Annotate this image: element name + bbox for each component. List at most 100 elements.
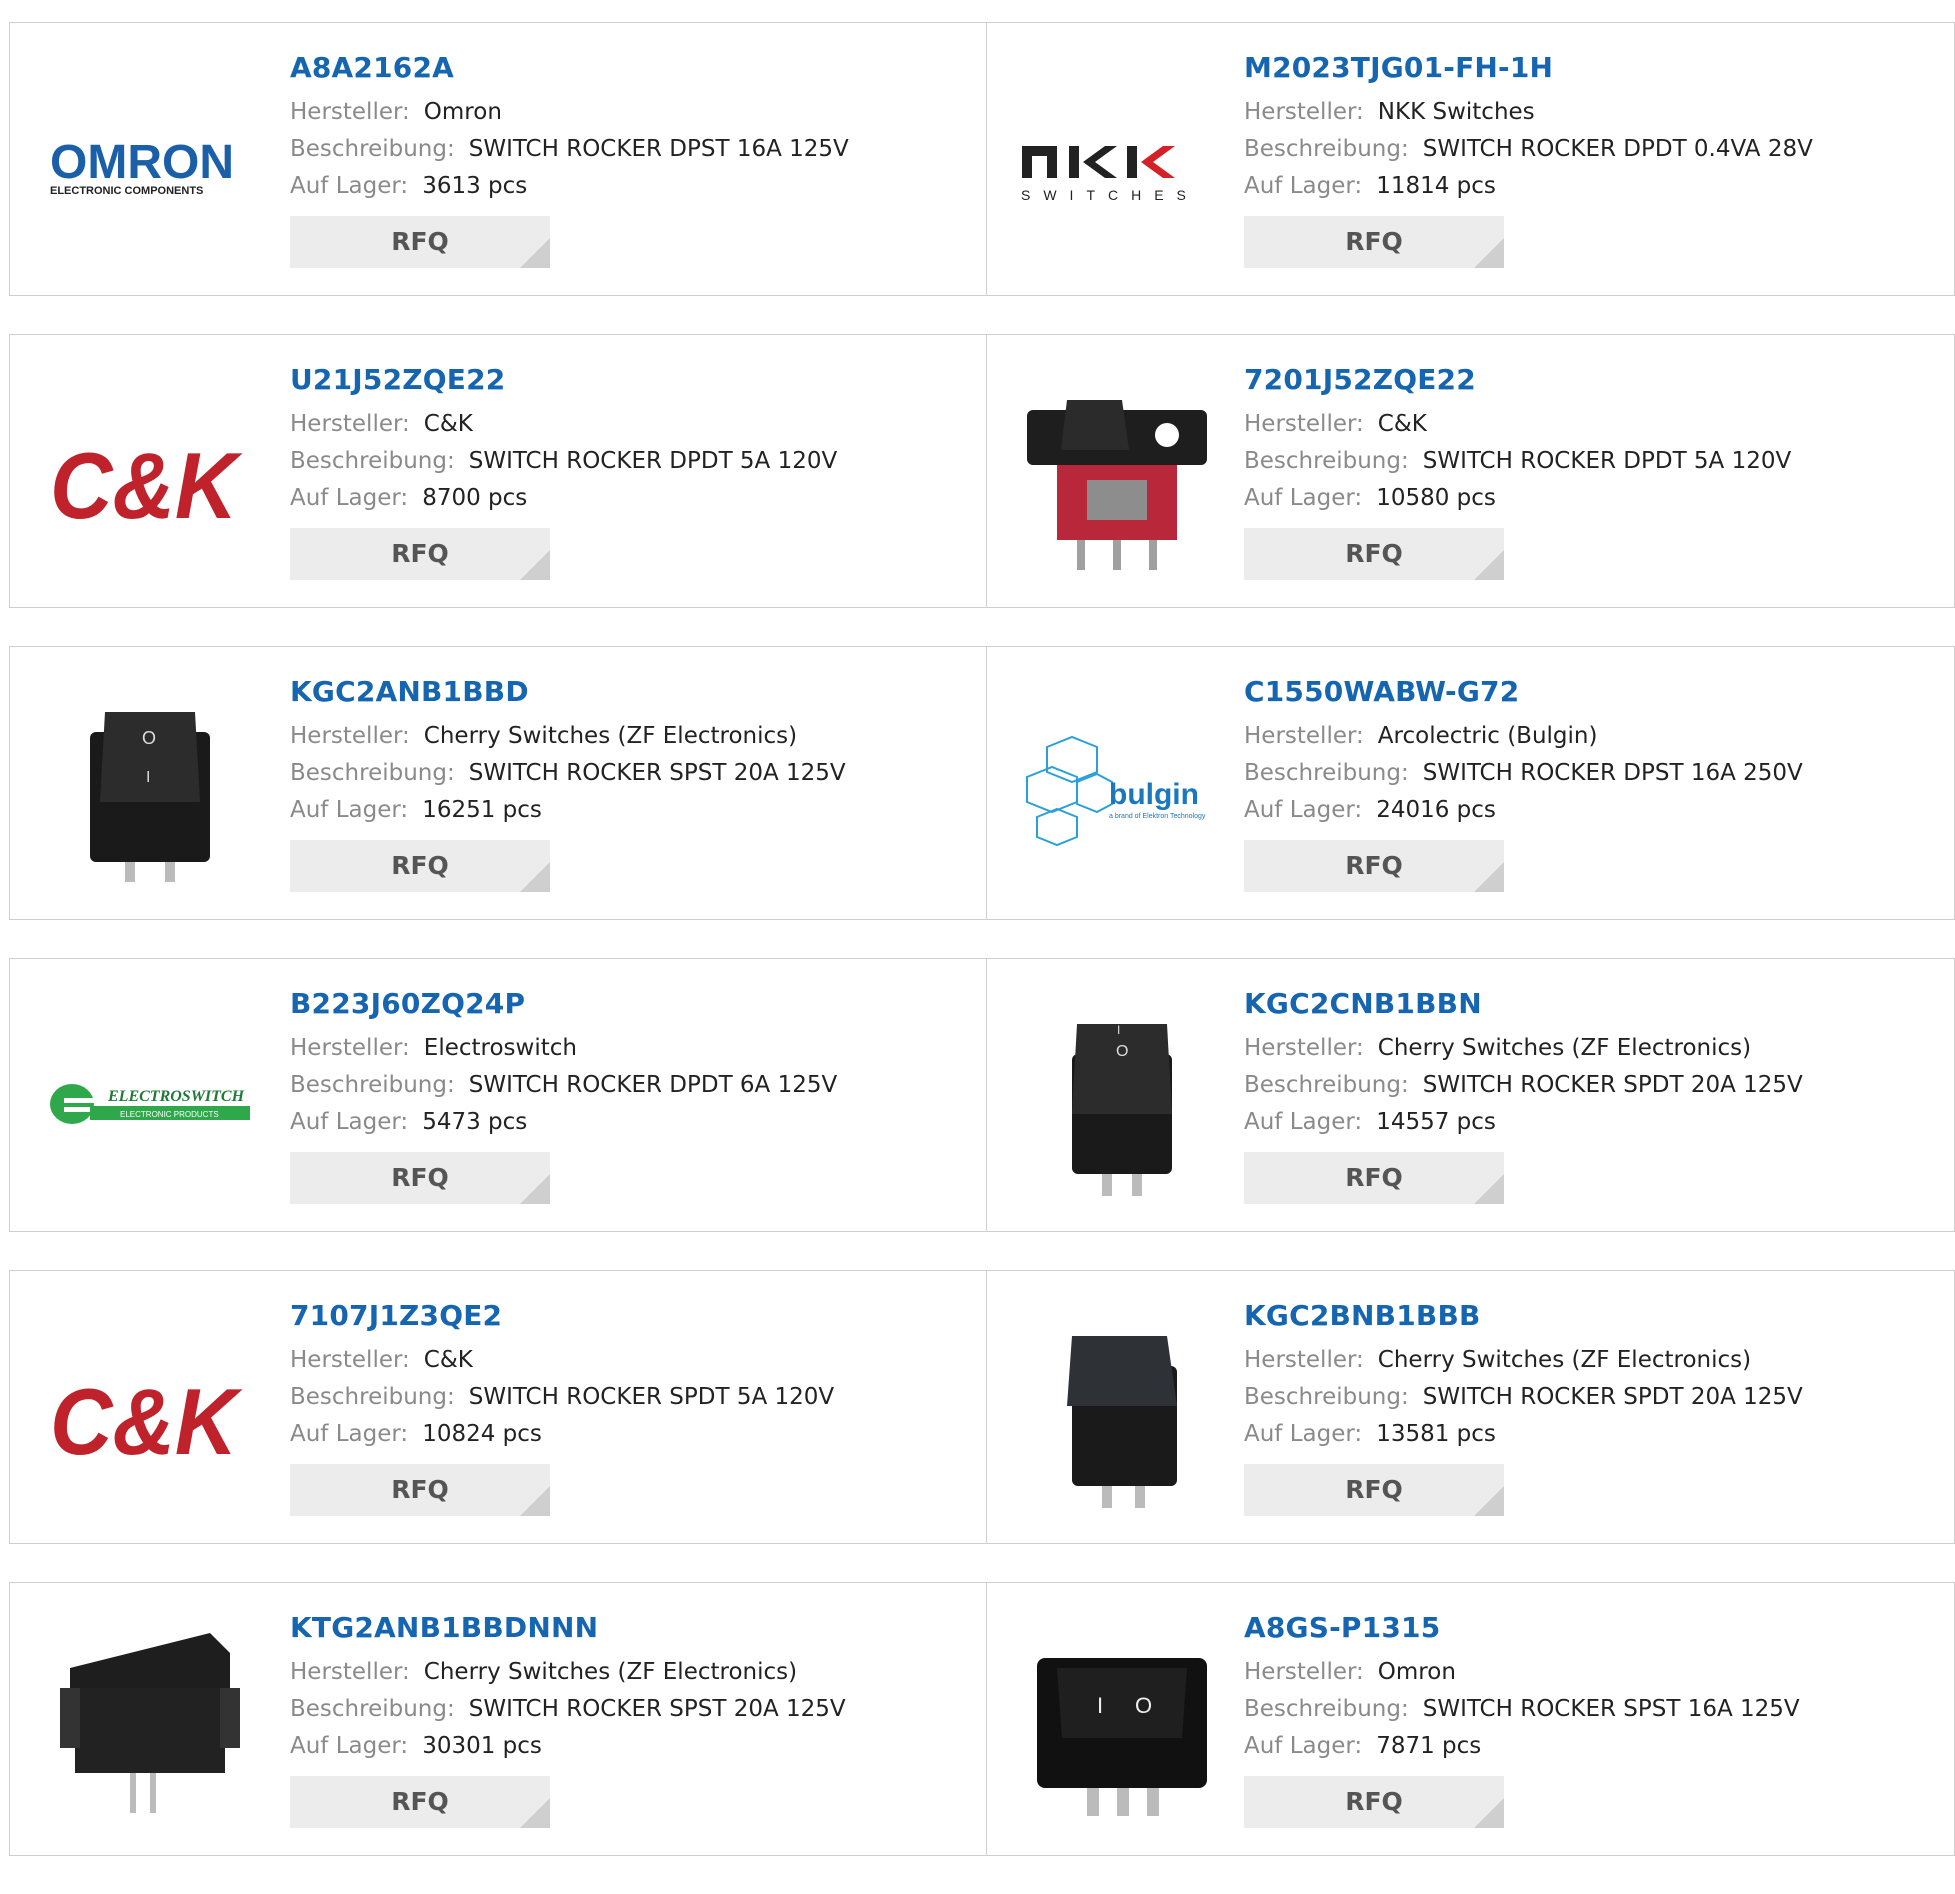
product-info: KGC2CNB1BBN Hersteller: Cherry Switches (… (1244, 987, 1803, 1204)
stock-row: Auf Lager: 14557 pcs (1244, 1104, 1803, 1141)
description-row: Beschreibung: SWITCH ROCKER DPDT 5A 120V (1244, 443, 1791, 480)
black-rocker-switch-photo[interactable]: O I (1017, 1004, 1217, 1204)
manufacturer-row: Hersteller: Cherry Switches (ZF Electroni… (1244, 1030, 1803, 1067)
manufacturer-label: Hersteller: (1244, 723, 1364, 749)
red-rocker-switch-photo[interactable] (1017, 380, 1217, 580)
description-value: SWITCH ROCKER DPST 16A 250V (1422, 760, 1803, 786)
rfq-button[interactable]: RFQ (290, 1776, 550, 1828)
description-row: Beschreibung: SWITCH ROCKER SPST 20A 125V (290, 755, 846, 792)
stock-row: Auf Lager: 10824 pcs (290, 1416, 834, 1453)
bulgin-logo[interactable]: bulgin a brand of Elektron Technology (1017, 692, 1217, 892)
rfq-button[interactable]: RFQ (1244, 1464, 1504, 1516)
description-label: Beschreibung: (1244, 760, 1409, 786)
stock-label: Auf Lager: (290, 173, 409, 199)
omron-logo-text: OMRON (50, 138, 234, 189)
description-label: Beschreibung: (1244, 1384, 1409, 1410)
stock-row: Auf Lager: 30301 pcs (290, 1728, 846, 1765)
product-grid: OMRON ELECTRONIC COMPONENTS A8A2162A Her… (9, 22, 1955, 1894)
omron-logo-subtext: ELECTRONIC COMPONENTS (50, 185, 203, 197)
manufacturer-row: Hersteller: Cherry Switches (ZF Electroni… (290, 1654, 846, 1691)
manufacturer-row: Hersteller: C&K (290, 406, 837, 443)
rfq-button[interactable]: RFQ (290, 1464, 550, 1516)
manufacturer-value: Electroswitch (423, 1035, 577, 1061)
stock-value: 10824 pcs (422, 1421, 542, 1447)
product-info: A8A2162A Hersteller: Omron Beschreibung: S… (290, 51, 849, 268)
part-number-link[interactable]: M2023TJG01-FH-1H (1244, 51, 1813, 84)
part-number-link[interactable]: B223J60ZQ24P (290, 987, 837, 1020)
description-label: Beschreibung: (290, 448, 455, 474)
product-row: OMRON ELECTRONIC COMPONENTS A8A2162A Her… (9, 22, 1955, 296)
part-number-link[interactable]: KGC2ANB1BBD (290, 675, 846, 708)
product-info: 7201J52ZQE22 Hersteller: C&K Beschreibung… (1244, 363, 1791, 580)
rfq-button[interactable]: RFQ (290, 1152, 550, 1204)
description-label: Beschreibung: (1244, 1696, 1409, 1722)
manufacturer-label: Hersteller: (1244, 1035, 1364, 1061)
manufacturer-row: Hersteller: Omron (290, 94, 849, 131)
black-rocker-switch-photo[interactable]: O I (50, 692, 250, 892)
manufacturer-row: Hersteller: C&K (1244, 406, 1791, 443)
manufacturer-row: Hersteller: Cherry Switches (ZF Electroni… (290, 718, 846, 755)
stock-value: 7871 pcs (1376, 1733, 1482, 1759)
stock-label: Auf Lager: (290, 1733, 409, 1759)
manufacturer-value: NKK Switches (1377, 99, 1535, 125)
rfq-button[interactable]: RFQ (290, 528, 550, 580)
stock-label: Auf Lager: (1244, 1421, 1363, 1447)
description-value: SWITCH ROCKER DPDT 5A 120V (468, 448, 838, 474)
part-number-link[interactable]: A8A2162A (290, 51, 849, 84)
part-number-link[interactable]: KGC2CNB1BBN (1244, 987, 1803, 1020)
description-row: Beschreibung: SWITCH ROCKER SPDT 20A 125V (1244, 1379, 1803, 1416)
rfq-button[interactable]: RFQ (1244, 528, 1504, 580)
description-row: Beschreibung: SWITCH ROCKER DPST 16A 250V (1244, 755, 1803, 792)
product-info: U21J52ZQE22 Hersteller: C&K Beschreibung:… (290, 363, 837, 580)
ck-logo[interactable]: C&K (50, 380, 250, 580)
manufacturer-label: Hersteller: (290, 411, 410, 437)
stock-value: 30301 pcs (422, 1733, 542, 1759)
stock-value: 16251 pcs (422, 797, 542, 823)
product-info: C1550WABW-G72 Hersteller: Arcolectric (Bu… (1244, 675, 1803, 892)
stock-row: Auf Lager: 24016 pcs (1244, 792, 1803, 829)
description-value: SWITCH ROCKER DPDT 6A 125V (468, 1072, 838, 1098)
description-value: SWITCH ROCKER SPST 20A 125V (468, 1696, 846, 1722)
off-symbol: O (142, 728, 156, 748)
electroswitch-logo-text: ELECTROSWITCH (107, 1088, 245, 1105)
manufacturer-value: Omron (423, 99, 502, 125)
manufacturer-value: Arcolectric (Bulgin) (1377, 723, 1598, 749)
rfq-button[interactable]: RFQ (1244, 1152, 1504, 1204)
rfq-button[interactable]: RFQ (290, 840, 550, 892)
rfq-button[interactable]: RFQ (1244, 1776, 1504, 1828)
black-rocker-switch-photo[interactable]: I O (1017, 1628, 1217, 1828)
product-info: KTG2ANB1BBDNNN Hersteller: Cherry Switche… (290, 1611, 846, 1828)
manufacturer-value: C&K (1377, 411, 1427, 437)
stock-value: 11814 pcs (1376, 173, 1496, 199)
product-card: I O A8GS-P1315 Hersteller: Omron Beschrei… (987, 1582, 1955, 1856)
part-number-link[interactable]: KTG2ANB1BBDNNN (290, 1611, 846, 1644)
manufacturer-label: Hersteller: (1244, 1347, 1364, 1373)
rfq-button[interactable]: RFQ (1244, 840, 1504, 892)
nkk-logo[interactable]: SWITCHES (1017, 68, 1217, 268)
part-number-link[interactable]: A8GS-P1315 (1244, 1611, 1800, 1644)
part-number-link[interactable]: C1550WABW-G72 (1244, 675, 1803, 708)
description-label: Beschreibung: (1244, 1072, 1409, 1098)
ck-logo[interactable]: C&K (50, 1316, 250, 1516)
rfq-button[interactable]: RFQ (1244, 216, 1504, 268)
part-number-link[interactable]: U21J52ZQE22 (290, 363, 837, 396)
product-card: 7201J52ZQE22 Hersteller: C&K Beschreibung… (987, 334, 1955, 608)
description-row: Beschreibung: SWITCH ROCKER DPDT 6A 125V (290, 1067, 837, 1104)
part-number-link[interactable]: 7201J52ZQE22 (1244, 363, 1791, 396)
stock-row: Auf Lager: 10580 pcs (1244, 480, 1791, 517)
product-card: KGC2BNB1BBB Hersteller: Cherry Switches (… (987, 1270, 1955, 1544)
product-card: ELECTROSWITCH ELECTRONIC PRODUCTS B223J6… (9, 958, 987, 1232)
part-number-link[interactable]: 7107J1Z3QE2 (290, 1299, 834, 1332)
product-info: KGC2BNB1BBB Hersteller: Cherry Switches (… (1244, 1299, 1803, 1516)
product-card: KTG2ANB1BBDNNN Hersteller: Cherry Switche… (9, 1582, 987, 1856)
description-row: Beschreibung: SWITCH ROCKER SPDT 20A 125V (1244, 1067, 1803, 1104)
part-number-link[interactable]: KGC2BNB1BBB (1244, 1299, 1803, 1332)
electroswitch-logo[interactable]: ELECTROSWITCH ELECTRONIC PRODUCTS (50, 1004, 250, 1204)
product-info: A8GS-P1315 Hersteller: Omron Beschreibung… (1244, 1611, 1800, 1828)
stock-row: Auf Lager: 16251 pcs (290, 792, 846, 829)
manufacturer-value: Cherry Switches (ZF Electronics) (423, 1659, 798, 1685)
rfq-button[interactable]: RFQ (290, 216, 550, 268)
black-rocker-switch-photo[interactable] (50, 1628, 250, 1828)
black-rocker-switch-photo[interactable] (1017, 1316, 1217, 1516)
omron-logo[interactable]: OMRON ELECTRONIC COMPONENTS (50, 68, 250, 268)
